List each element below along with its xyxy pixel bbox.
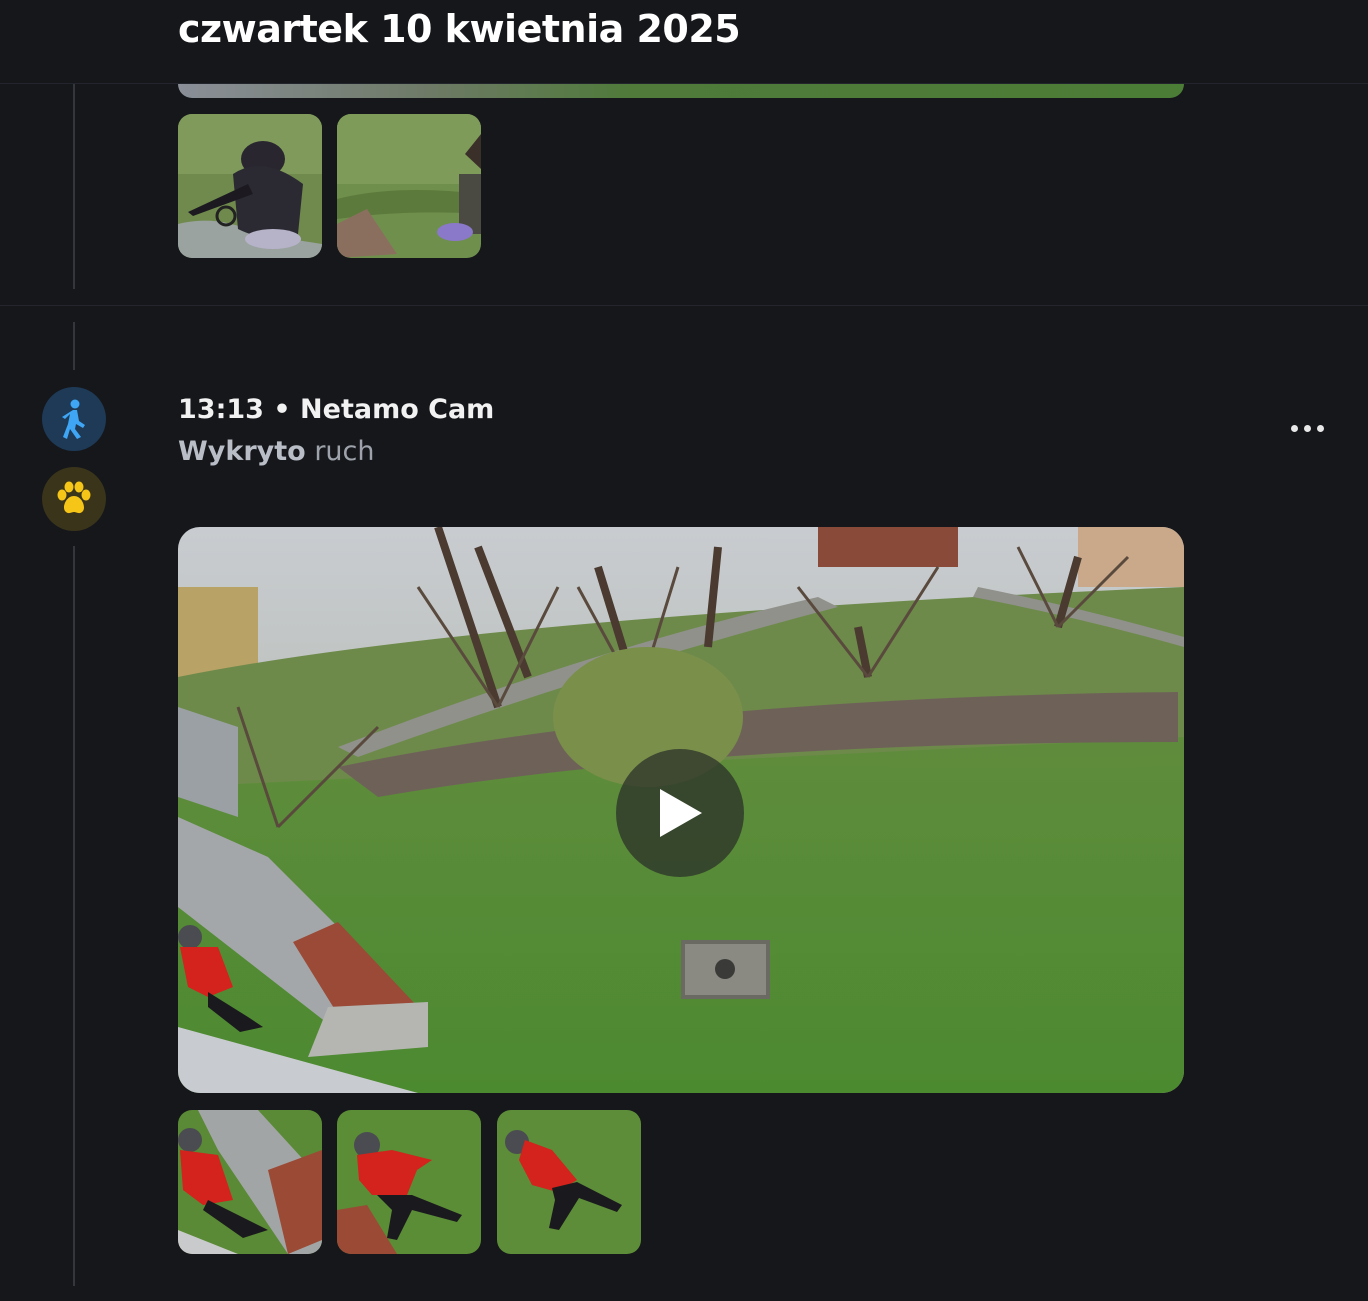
event-video-preview[interactable]: [178, 527, 1184, 1093]
timeline-line-middle: [73, 322, 75, 370]
event-title: 13:13 • Netamo Cam: [178, 392, 494, 428]
timeline-line-top: [73, 84, 75, 289]
paw-icon: [57, 481, 91, 514]
dot-icon: [1316, 424, 1324, 432]
dot-icon: [1290, 424, 1298, 432]
event-detected-label: Wykryto: [178, 436, 306, 467]
previous-event-video[interactable]: [178, 84, 1184, 98]
more-options-button[interactable]: [1284, 414, 1330, 442]
date-header: czwartek 10 kwietnia 2025: [0, 0, 1368, 84]
walking-person-icon: [62, 399, 85, 439]
play-button[interactable]: [616, 749, 744, 877]
date-title: czwartek 10 kwietnia 2025: [178, 7, 741, 51]
event-time: 13:13: [178, 394, 264, 425]
event-separator: •: [273, 394, 291, 425]
event-description: Wykryto ruch: [178, 434, 374, 470]
event-thumbnail-3[interactable]: [497, 1110, 641, 1254]
event-detected-type: ruch: [314, 436, 375, 467]
dot-icon: [1303, 424, 1311, 432]
event-thumbnail-1[interactable]: [178, 1110, 322, 1254]
previous-event-thumbnail-2[interactable]: [337, 114, 481, 258]
animal-type-badge: [42, 467, 106, 531]
play-icon: [660, 789, 702, 837]
timeline-line-bottom: [73, 546, 75, 1286]
section-divider: [0, 305, 1368, 306]
previous-event-thumbnail-1[interactable]: [178, 114, 322, 258]
event-camera-name: Netamo Cam: [300, 394, 495, 425]
event-thumbnail-2[interactable]: [337, 1110, 481, 1254]
motion-type-badge: [42, 387, 106, 451]
